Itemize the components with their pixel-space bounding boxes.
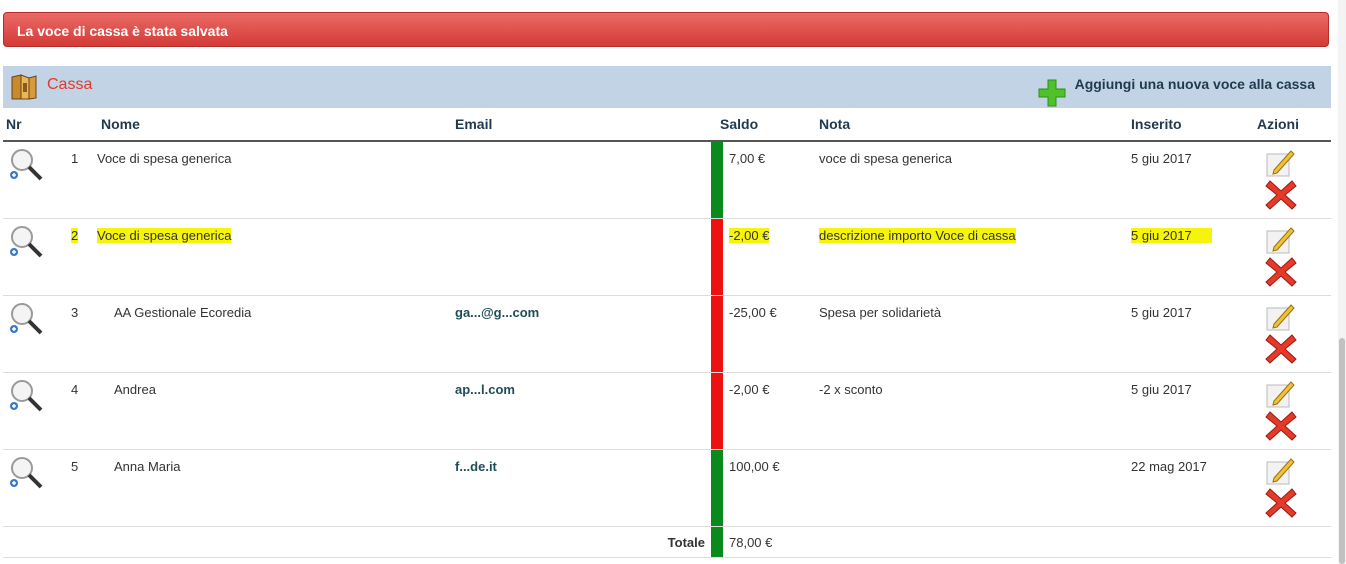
row-nome: Voce di spesa generica <box>97 151 232 166</box>
total-value: 78,00 € <box>729 534 773 550</box>
table-row: 1 Voce di spesa generica 7,00 € voce di … <box>3 141 1331 219</box>
row-nr: 2 <box>71 228 79 243</box>
row-email[interactable]: ap...l.com <box>455 373 711 397</box>
delete-x-icon[interactable] <box>1264 178 1298 212</box>
cash-book-icon <box>11 74 37 100</box>
row-inserito: 5 giu 2017 <box>1131 151 1192 166</box>
panel-title: Cassa <box>47 76 93 93</box>
plus-icon <box>1038 79 1066 107</box>
saldo-status-bar <box>711 449 723 527</box>
row-nome: Anna Maria <box>114 459 181 474</box>
delete-x-icon[interactable] <box>1264 409 1298 443</box>
table-row: 3 AA Gestionale Ecoredia ga...@g...com -… <box>3 295 1331 373</box>
row-email[interactable]: f...de.it <box>455 450 711 474</box>
pencil-icon[interactable] <box>1264 377 1296 409</box>
row-inserito: 5 giu 2017 <box>1131 305 1192 320</box>
row-saldo: -2,00 € <box>729 228 770 243</box>
row-email[interactable] <box>455 142 711 151</box>
row-nr: 1 <box>71 151 79 166</box>
saldo-status-bar <box>711 295 723 373</box>
total-status-bar <box>711 526 723 558</box>
table-header-row: Nr Nome Email Saldo Nota Inserito Azioni <box>3 108 1331 142</box>
row-nr: 5 <box>71 459 79 474</box>
row-nr: 3 <box>71 305 79 320</box>
row-saldo: -2,00 € <box>729 382 770 397</box>
row-email[interactable]: ga...@g...com <box>455 296 711 320</box>
row-inserito: 5 giu 2017 <box>1131 382 1192 397</box>
header-nome: Nome <box>97 108 455 142</box>
row-inserito: 22 mag 2017 <box>1131 459 1207 474</box>
row-nome: Voce di spesa generica <box>97 228 232 243</box>
row-saldo: 100,00 € <box>729 459 780 474</box>
row-nota: Spesa per solidarietà <box>819 305 942 320</box>
row-nr: 4 <box>71 382 79 397</box>
magnifier-icon[interactable] <box>8 454 44 490</box>
header-email: Email <box>455 108 711 142</box>
row-nota: descrizione importo Voce di cassa <box>819 228 1016 243</box>
pencil-icon[interactable] <box>1264 223 1296 255</box>
row-email[interactable] <box>455 219 711 228</box>
panel-header: Cassa Aggiungi una nuova voce alla cassa <box>3 66 1331 108</box>
scrollbar-track[interactable] <box>1338 0 1346 564</box>
magnifier-icon[interactable] <box>8 377 44 413</box>
total-label: Totale <box>667 534 705 550</box>
saldo-status-bar <box>711 372 723 450</box>
row-nota: voce di spesa generica <box>819 151 952 166</box>
pencil-icon[interactable] <box>1264 300 1296 332</box>
pencil-icon[interactable] <box>1264 454 1296 486</box>
header-nota: Nota <box>819 108 1131 142</box>
alert-message: La voce di cassa è stata salvata <box>17 23 228 39</box>
add-entry-label: Aggiungi una nuova voce alla cassa <box>1074 76 1315 92</box>
total-row: Totale 78,00 € <box>3 526 1331 558</box>
row-nome: Andrea <box>114 382 156 397</box>
row-nome: AA Gestionale Ecoredia <box>114 305 252 320</box>
add-entry-button[interactable]: Aggiungi una nuova voce alla cassa <box>1037 76 1315 108</box>
header-azioni: Azioni <box>1257 108 1331 142</box>
success-alert: La voce di cassa è stata salvata <box>3 12 1329 47</box>
header-inserito: Inserito <box>1131 108 1257 142</box>
delete-x-icon[interactable] <box>1264 255 1298 289</box>
row-saldo: -25,00 € <box>729 305 777 320</box>
magnifier-icon[interactable] <box>8 300 44 336</box>
magnifier-icon[interactable] <box>8 223 44 259</box>
saldo-status-bar <box>711 141 723 219</box>
cash-table: Nr Nome Email Saldo Nota Inserito Azioni… <box>3 108 1331 558</box>
table-row: 5 Anna Maria f...de.it 100,00 € 22 mag 2… <box>3 449 1331 527</box>
row-inserito: 5 giu 2017 <box>1131 228 1212 243</box>
delete-x-icon[interactable] <box>1264 486 1298 520</box>
table-row: 4 Andrea ap...l.com -2,00 € -2 x sconto … <box>3 372 1331 450</box>
scrollbar-thumb[interactable] <box>1339 338 1345 564</box>
table-row: 2 Voce di spesa generica -2,00 € descriz… <box>3 218 1331 296</box>
header-saldo: Saldo <box>720 108 819 142</box>
header-nr: Nr <box>3 108 71 142</box>
pencil-icon[interactable] <box>1264 146 1296 178</box>
magnifier-icon[interactable] <box>8 146 44 182</box>
row-nota: -2 x sconto <box>819 382 883 397</box>
saldo-status-bar <box>711 218 723 296</box>
delete-x-icon[interactable] <box>1264 332 1298 366</box>
row-nota <box>819 450 1131 459</box>
header-spacer <box>71 108 97 142</box>
row-saldo: 7,00 € <box>729 151 766 166</box>
